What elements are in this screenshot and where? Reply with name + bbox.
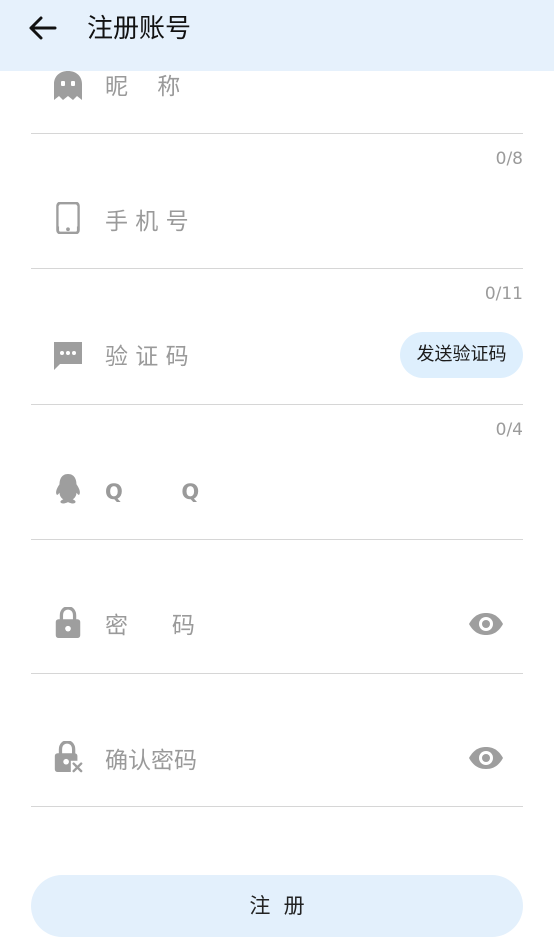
confirm-password-label: 确认密码 [105, 748, 197, 774]
phone-icon [56, 202, 80, 234]
divider [31, 133, 523, 134]
divider [31, 806, 523, 807]
lock-x-icon [54, 741, 84, 773]
divider [31, 539, 523, 540]
code-label: 验 证 码 [105, 344, 189, 370]
divider [31, 673, 523, 674]
qq-label: Q Q [105, 480, 200, 504]
code-counter: 0/4 [495, 420, 523, 440]
qq-penguin-icon [56, 473, 80, 504]
nickname-counter: 0/8 [495, 149, 523, 169]
page-title: 注册账号 [87, 14, 192, 44]
message-icon [54, 342, 82, 370]
divider [31, 268, 523, 269]
nickname-label: 昵 称 [105, 74, 181, 100]
phone-counter: 0/11 [484, 284, 523, 304]
app-header: 注册账号 [0, 0, 554, 71]
password-label: 密 码 [105, 613, 195, 639]
phone-label: 手 机 号 [105, 209, 189, 235]
lock-icon [55, 607, 81, 639]
eye-icon[interactable] [468, 746, 504, 770]
register-button[interactable]: 注 册 [31, 875, 523, 937]
eye-icon[interactable] [468, 612, 504, 636]
arrow-left-icon[interactable] [28, 15, 58, 41]
send-code-button[interactable]: 发送验证码 [400, 332, 523, 378]
divider [31, 404, 523, 405]
ghost-icon [54, 71, 82, 100]
